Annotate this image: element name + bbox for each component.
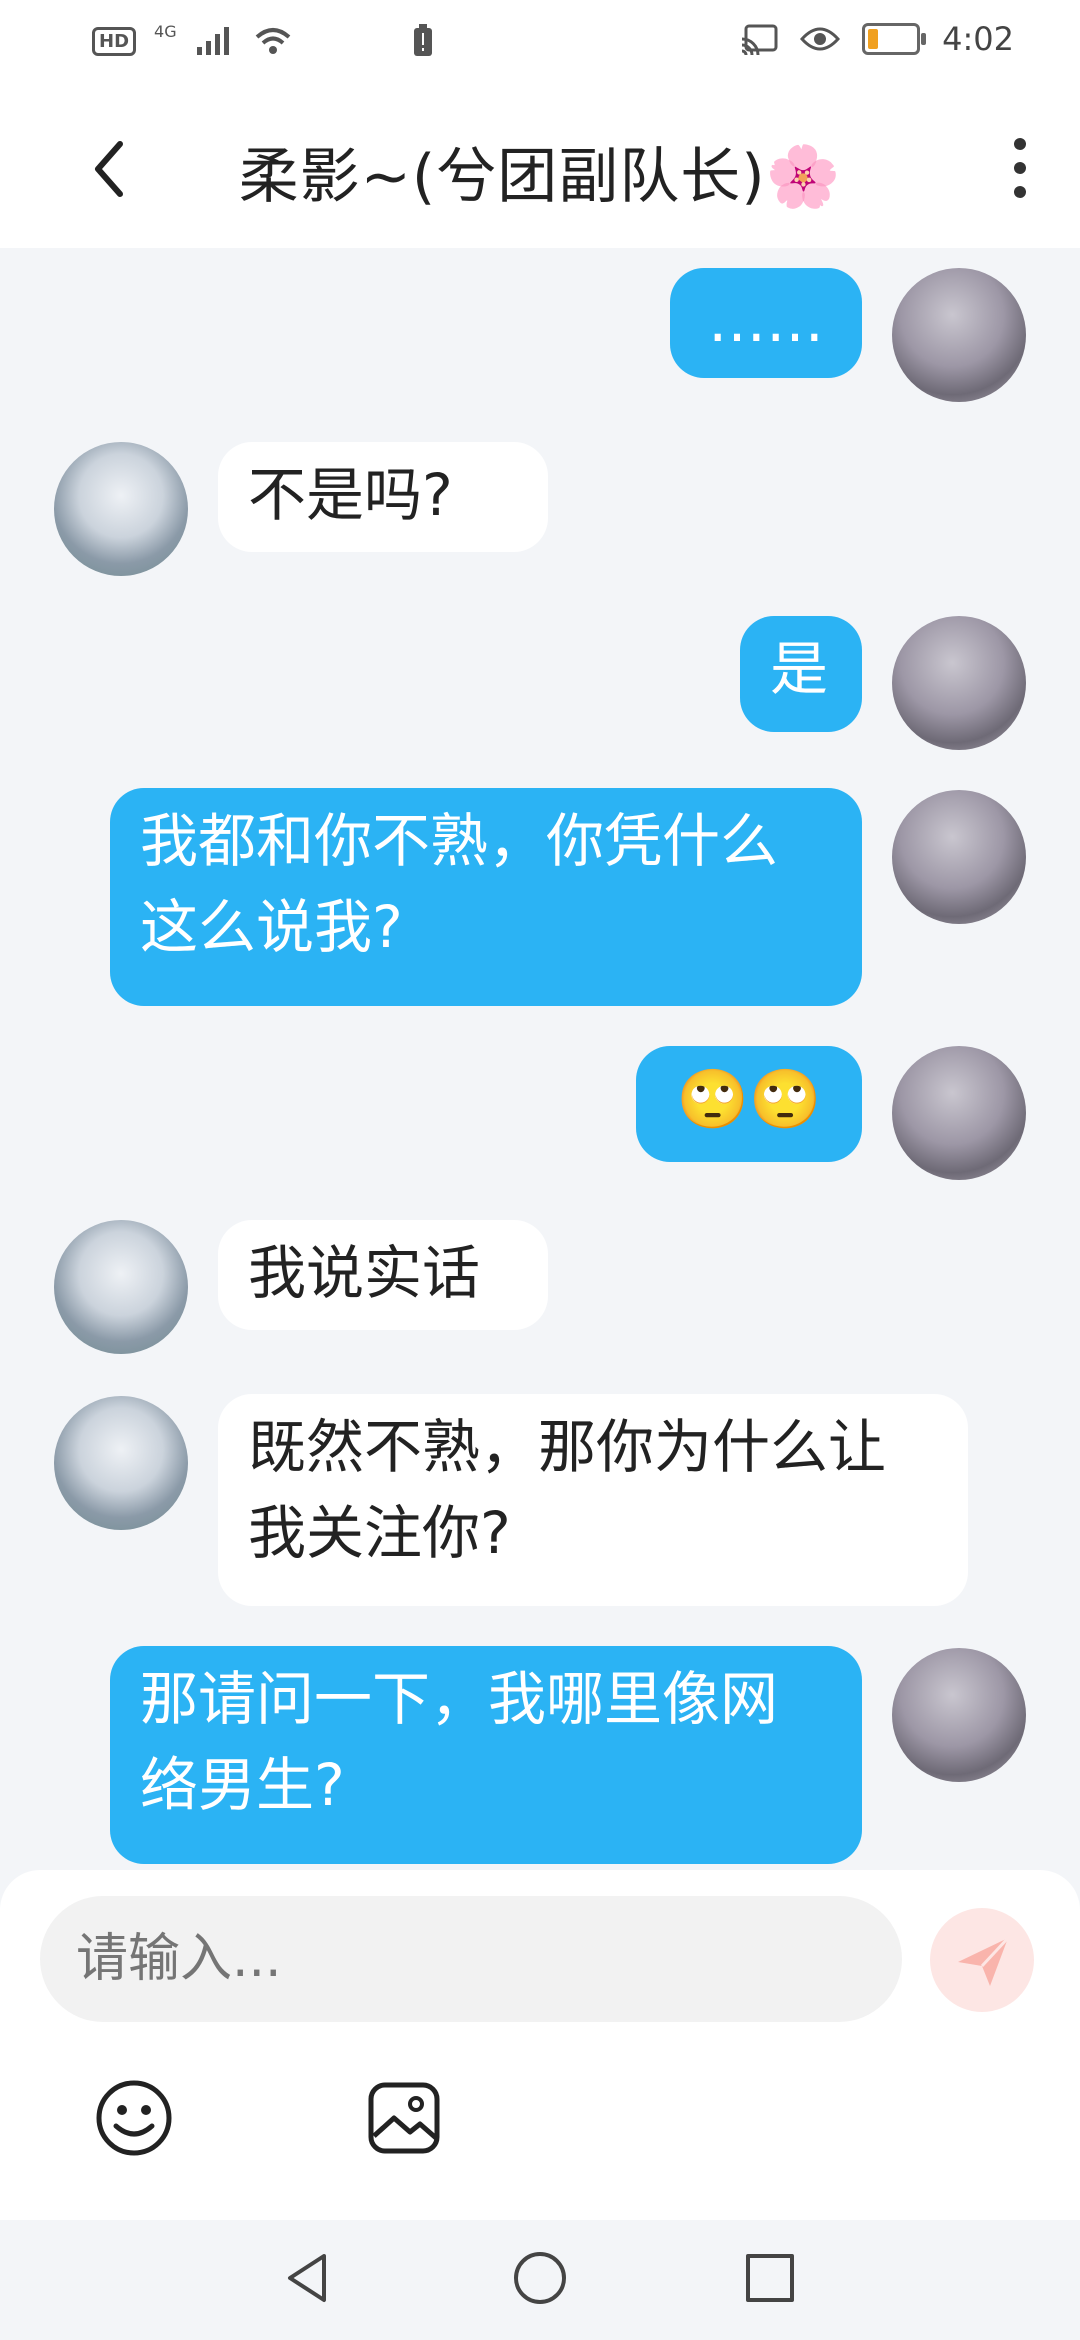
contact-avatar[interactable] — [54, 442, 188, 576]
network-type: 4G — [154, 21, 177, 41]
message-bubble-incoming[interactable]: 既然不熟，那你为什么让我关注你? — [218, 1394, 968, 1606]
clock: 4:02 — [942, 20, 1014, 58]
my-avatar[interactable] — [892, 268, 1026, 402]
my-avatar[interactable] — [892, 616, 1026, 750]
wifi-icon — [255, 28, 290, 54]
contact-avatar[interactable] — [54, 1220, 188, 1354]
message-bubble-outgoing[interactable]: 那请问一下，我哪里像网络男生? — [110, 1646, 862, 1864]
system-nav-bar — [0, 2220, 1080, 2340]
status-right: 4:02 — [740, 20, 1014, 58]
message-bubble-incoming[interactable]: 我说实话 — [218, 1220, 548, 1330]
my-avatar[interactable] — [892, 1046, 1026, 1180]
paper-plane-icon — [958, 1936, 1010, 1986]
chat-header: 柔影~(兮团副队长)🌸 — [0, 88, 1080, 248]
my-avatar[interactable] — [892, 790, 1026, 924]
smiley-icon[interactable] — [94, 2078, 174, 2158]
more-options-icon[interactable] — [1000, 138, 1040, 208]
signal-icon — [196, 27, 229, 55]
contact-avatar[interactable] — [54, 1396, 188, 1530]
battery-icon — [862, 23, 927, 55]
my-avatar[interactable] — [892, 1648, 1026, 1782]
message-bubble-incoming[interactable]: 不是吗? — [218, 442, 548, 552]
hd-badge: HD — [92, 26, 137, 56]
status-left: HD 4G — [92, 21, 435, 58]
message-input[interactable] — [40, 1896, 902, 2022]
image-icon[interactable] — [366, 2080, 442, 2156]
cast-icon — [741, 24, 778, 55]
message-bubble-outgoing[interactable]: …… — [670, 268, 862, 378]
eye-icon — [800, 27, 841, 51]
composer — [0, 1870, 1080, 2220]
chat-title: 柔影~(兮团副队长)🌸 — [238, 142, 842, 212]
message-bubble-outgoing[interactable]: 是 — [740, 616, 862, 732]
message-bubble-outgoing[interactable]: 🙄🙄 — [636, 1046, 862, 1162]
battery-alert-icon — [413, 24, 432, 56]
message-bubble-outgoing[interactable]: 我都和你不熟，你凭什么这么说我? — [110, 788, 862, 1006]
nav-back-icon[interactable] — [282, 2250, 332, 2306]
message-list[interactable]: …… 不是吗? 是 我都和你不熟，你凭什么这么说我? 🙄🙄 我说实话 既然不熟，… — [0, 248, 1080, 1868]
send-button[interactable] — [930, 1908, 1034, 2012]
status-bar: HD 4G 4:02 — [0, 0, 1080, 88]
nav-home-icon[interactable] — [514, 2252, 566, 2304]
nav-recents-icon[interactable] — [746, 2254, 794, 2302]
